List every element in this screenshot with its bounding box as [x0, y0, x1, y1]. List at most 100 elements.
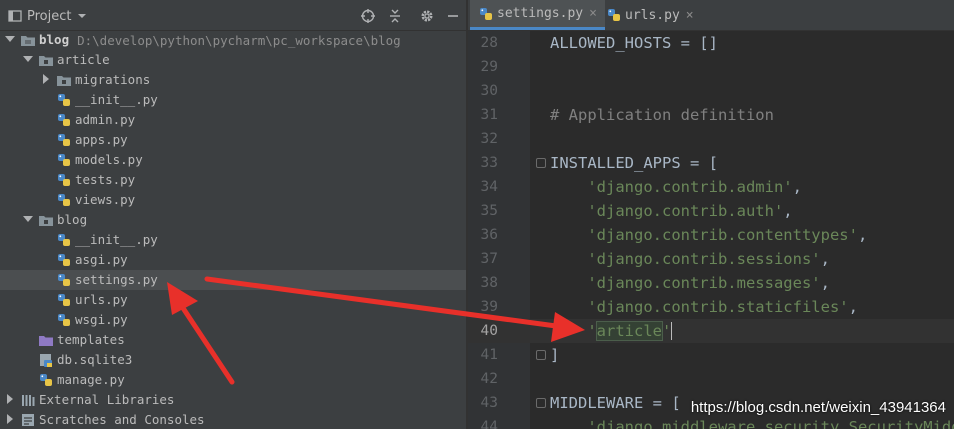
watermark: https://blog.csdn.net/weixin_43941364 [690, 399, 946, 416]
code-text: 'django.contrib.sessions', [550, 250, 830, 268]
tree-item[interactable]: models.py [0, 150, 466, 170]
tree-item[interactable]: apps.py [0, 130, 466, 150]
tab-label: urls.py [625, 7, 680, 23]
line-number: 31 [480, 107, 498, 123]
chevron-down-icon [23, 215, 33, 222]
code-line[interactable]: 34 'django.contrib.admin', [468, 175, 954, 199]
tree-item[interactable]: blog [0, 210, 466, 230]
fold-marker-icon[interactable] [536, 350, 546, 360]
tree-item-label: urls.py [75, 292, 128, 307]
code-token: MIDDLEWARE = [ [550, 394, 681, 412]
code-token: 'django.contrib.sessions' [587, 250, 821, 268]
code-token: , [848, 298, 858, 316]
code-text: 'article' [550, 320, 673, 341]
line-number: 40 [480, 323, 498, 339]
project-view-selector[interactable]: Project [8, 7, 87, 25]
code-line[interactable]: 38 'django.contrib.messages', [468, 271, 954, 295]
tree-item[interactable]: views.py [0, 190, 466, 210]
python-file-icon [58, 194, 70, 206]
chevron-down-icon [5, 35, 15, 42]
code-token: 'django.contrib.admin' [587, 178, 793, 196]
close-icon[interactable]: × [589, 6, 597, 21]
code-token: , [820, 250, 830, 268]
tree-item[interactable]: tests.py [0, 170, 466, 190]
tree-item[interactable]: __init__.py [0, 90, 466, 110]
tree-item[interactable]: admin.py [0, 110, 466, 130]
tree-item[interactable]: article [0, 50, 466, 70]
tree-item[interactable]: migrations [0, 70, 466, 90]
tree-item-label: Scratches and Consoles [39, 412, 205, 427]
code-line[interactable]: 39 'django.contrib.staticfiles', [468, 295, 954, 319]
code-text: # Application definition [550, 106, 774, 124]
fold-marker-icon[interactable] [536, 398, 546, 408]
code-line[interactable]: 28 ALLOWED_HOSTS = [] [468, 31, 954, 55]
code-line[interactable]: 44 'django.middleware.security.SecurityM… [468, 415, 954, 429]
line-number: 42 [480, 371, 498, 387]
database-file-icon [40, 354, 52, 367]
code-line[interactable]: 32 [468, 127, 954, 151]
tree-item-label: apps.py [75, 132, 128, 147]
code-token: ] [550, 346, 560, 364]
python-file-icon [58, 114, 70, 126]
tree-item[interactable]: templates [0, 330, 466, 350]
fold-marker-icon[interactable] [536, 158, 546, 168]
code-line[interactable]: 36 'django.contrib.contenttypes', [468, 223, 954, 247]
code-text: 'django.contrib.messages', [550, 274, 830, 292]
package-folder-icon [39, 56, 53, 66]
code-token: # Application definition [550, 106, 774, 124]
code-line[interactable]: 37 'django.contrib.sessions', [468, 247, 954, 271]
tree-item-label: External Libraries [39, 392, 175, 407]
code-token: INSTALLED_APPS = [ [550, 154, 718, 172]
line-number: 38 [480, 275, 498, 291]
tree-item[interactable]: blog D:\develop\python\pycharm\pc_workspa… [0, 30, 466, 50]
code-line[interactable]: 30 [468, 79, 954, 103]
code-line[interactable]: 33 INSTALLED_APPS = [ [468, 151, 954, 175]
line-number: 43 [480, 395, 498, 411]
templates-folder-icon [39, 336, 53, 346]
collapse-icon[interactable] [387, 8, 403, 24]
locate-icon[interactable] [360, 8, 376, 24]
code-line[interactable]: 41] [468, 343, 954, 367]
python-file-icon [608, 9, 620, 21]
code-line[interactable]: 29 [468, 55, 954, 79]
tree-item-label: article [57, 52, 110, 67]
code-editor[interactable]: 28 ALLOWED_HOSTS = [] 29 30 31 # Application … [468, 31, 954, 429]
tree-item-label: __init__.py [75, 92, 158, 107]
tree-item[interactable]: settings.py [0, 270, 466, 290]
python-file-icon [58, 134, 70, 146]
tab-label: settings.py [497, 6, 584, 21]
settings-gear-icon[interactable] [419, 8, 435, 24]
editor-tab-bar: settings.py × urls.py × [468, 0, 954, 31]
code-line[interactable]: 35 'django.contrib.auth', [468, 199, 954, 223]
tree-item[interactable]: wsgi.py [0, 310, 466, 330]
tree-item[interactable]: Scratches and Consoles [0, 410, 466, 429]
line-number: 33 [480, 155, 498, 171]
tree-item[interactable]: manage.py [0, 370, 466, 390]
tree-item[interactable]: __init__.py [0, 230, 466, 250]
python-file-icon [58, 294, 70, 306]
tree-item[interactable]: urls.py [0, 290, 466, 310]
code-line[interactable]: 42 [468, 367, 954, 391]
close-icon[interactable]: × [686, 8, 694, 23]
python-file-icon [58, 154, 70, 166]
hide-icon[interactable] [445, 8, 461, 24]
line-number: 32 [480, 131, 498, 147]
python-file-icon [58, 174, 70, 186]
line-number: 28 [480, 35, 498, 51]
tree-item-label: models.py [75, 152, 143, 167]
tree-item[interactable]: External Libraries [0, 390, 466, 410]
editor-tab[interactable]: urls.py × [598, 0, 702, 30]
editor-tab[interactable]: settings.py × [470, 0, 605, 30]
chevron-down-icon [23, 55, 33, 62]
code-text: ] [550, 346, 559, 364]
code-token: 'django.contrib.auth' [587, 202, 784, 220]
tree-item[interactable]: db.sqlite3 [0, 350, 466, 370]
chevron-down-icon [78, 14, 87, 18]
code-text: 'django.contrib.contenttypes', [550, 226, 867, 244]
code-line[interactable]: 40 'article' [468, 319, 954, 343]
tree-item[interactable]: asgi.py [0, 250, 466, 270]
code-line[interactable]: 31 # Application definition [468, 103, 954, 127]
